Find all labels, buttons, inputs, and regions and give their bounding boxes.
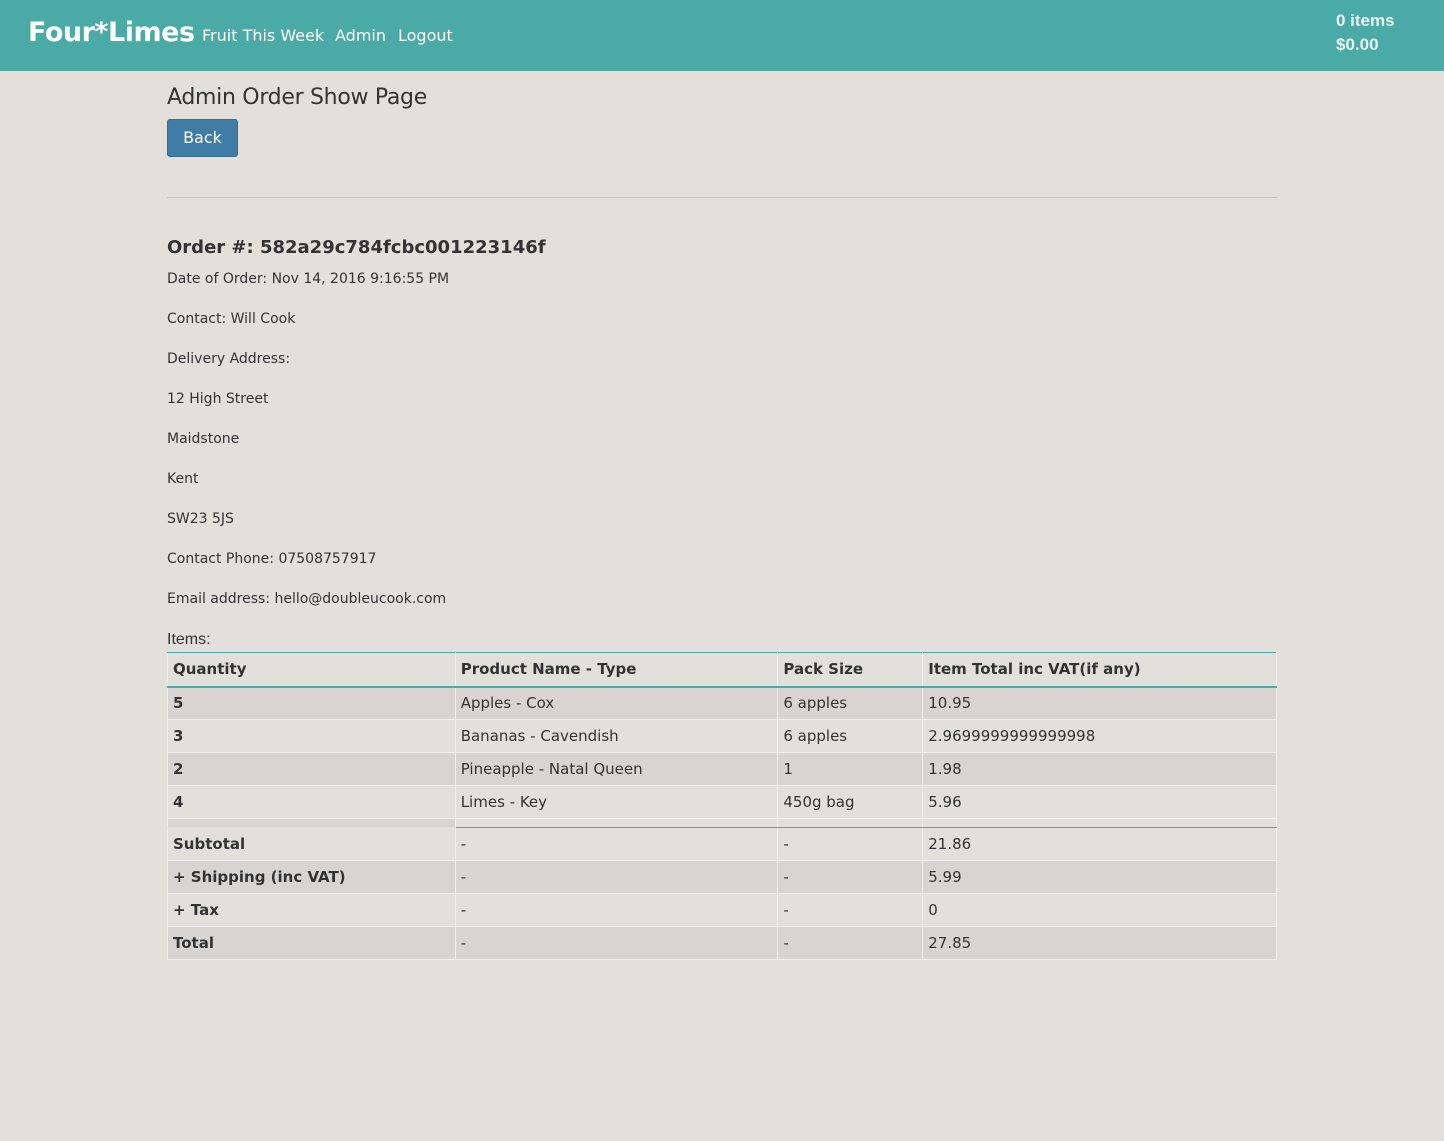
table-row: 5 Apples - Cox 6 apples 10.95 [167,686,1277,720]
cell-quantity: 5 [167,686,456,720]
cart-summary[interactable]: 0 items $0.00 [1336,9,1395,57]
address-county: Kent [167,471,199,487]
summary-cell: - [777,926,924,960]
delivery-address-label: Delivery Address: [167,351,291,367]
summary-label: Total [167,926,456,960]
cell-item-total: 2.9699999999999998 [922,719,1277,753]
header-quantity: Quantity [167,652,456,688]
summary-cell: - [454,827,779,861]
cell-product: Bananas - Cavendish [454,719,779,753]
top-navbar: Four*Limes Fruit This Week Admin Logout … [0,0,1444,71]
divider [167,197,1277,198]
summary-row-tax: + Tax - - 0 [167,893,1277,927]
back-button[interactable]: Back [167,119,238,157]
cell-item-total: 5.96 [922,785,1277,819]
cell-quantity: 4 [167,785,456,819]
email-address: Email address: hello@doubleucook.com [167,591,447,607]
summary-cell: - [777,860,924,894]
cell-item-total: 1.98 [922,752,1277,786]
header-item-total: Item Total inc VAT(if any) [922,652,1277,688]
table-row: 4 Limes - Key 450g bag 5.96 [167,785,1277,819]
order-number: Order #: 582a29c784fcbc001223146f [167,237,546,258]
summary-cell: - [454,860,779,894]
cell-product: Limes - Key [454,785,779,819]
cart-total: $0.00 [1336,35,1379,54]
summary-cell: - [777,827,924,861]
nav-fruit-this-week[interactable]: Fruit This Week [202,26,324,45]
summary-value: 5.99 [922,860,1277,894]
cart-item-count: 0 items [1336,11,1395,30]
summary-label: + Shipping (inc VAT) [167,860,456,894]
nav-logout[interactable]: Logout [398,26,453,45]
address-line-1: 12 High Street [167,391,269,407]
summary-label: Subtotal [167,827,456,861]
summary-row-total: Total - - 27.85 [167,926,1277,960]
header-product: Product Name - Type [454,652,779,688]
cell-item-total: 10.95 [922,686,1277,720]
table-row: 2 Pineapple - Natal Queen 1 1.98 [167,752,1277,786]
summary-cell: - [777,893,924,927]
summary-value: 0 [922,893,1277,927]
summary-row-shipping: + Shipping (inc VAT) - - 5.99 [167,860,1277,894]
address-postcode: SW23 5JS [167,511,234,527]
nav-admin[interactable]: Admin [335,26,386,45]
header-pack-size: Pack Size [777,652,924,688]
cell-quantity: 3 [167,719,456,753]
cell-pack-size: 6 apples [777,719,924,753]
order-date: Date of Order: Nov 14, 2016 9:16:55 PM [167,271,450,287]
cell-pack-size: 1 [777,752,924,786]
summary-value: 27.85 [922,926,1277,960]
summary-cell: - [454,893,779,927]
cell-product: Apples - Cox [454,686,779,720]
brand-logo[interactable]: Four*Limes [28,17,195,48]
summary-label: + Tax [167,893,456,927]
cell-quantity: 2 [167,752,456,786]
order-items-table: Quantity Product Name - Type Pack Size I… [167,652,1277,960]
cell-pack-size: 6 apples [777,686,924,720]
order-contact: Contact: Will Cook [167,311,296,327]
summary-value: 21.86 [922,827,1277,861]
summary-cell: - [454,926,779,960]
items-label: Items: [167,631,211,648]
table-header-row: Quantity Product Name - Type Pack Size I… [167,652,1277,688]
summary-row-subtotal: Subtotal - - 21.86 [167,827,1277,861]
address-city: Maidstone [167,431,240,447]
page-title: Admin Order Show Page [167,85,427,110]
table-row: 3 Bananas - Cavendish 6 apples 2.9699999… [167,719,1277,753]
table-spacer-row [167,818,1277,828]
cell-product: Pineapple - Natal Queen [454,752,779,786]
contact-phone: Contact Phone: 07508757917 [167,551,377,567]
cell-pack-size: 450g bag [777,785,924,819]
